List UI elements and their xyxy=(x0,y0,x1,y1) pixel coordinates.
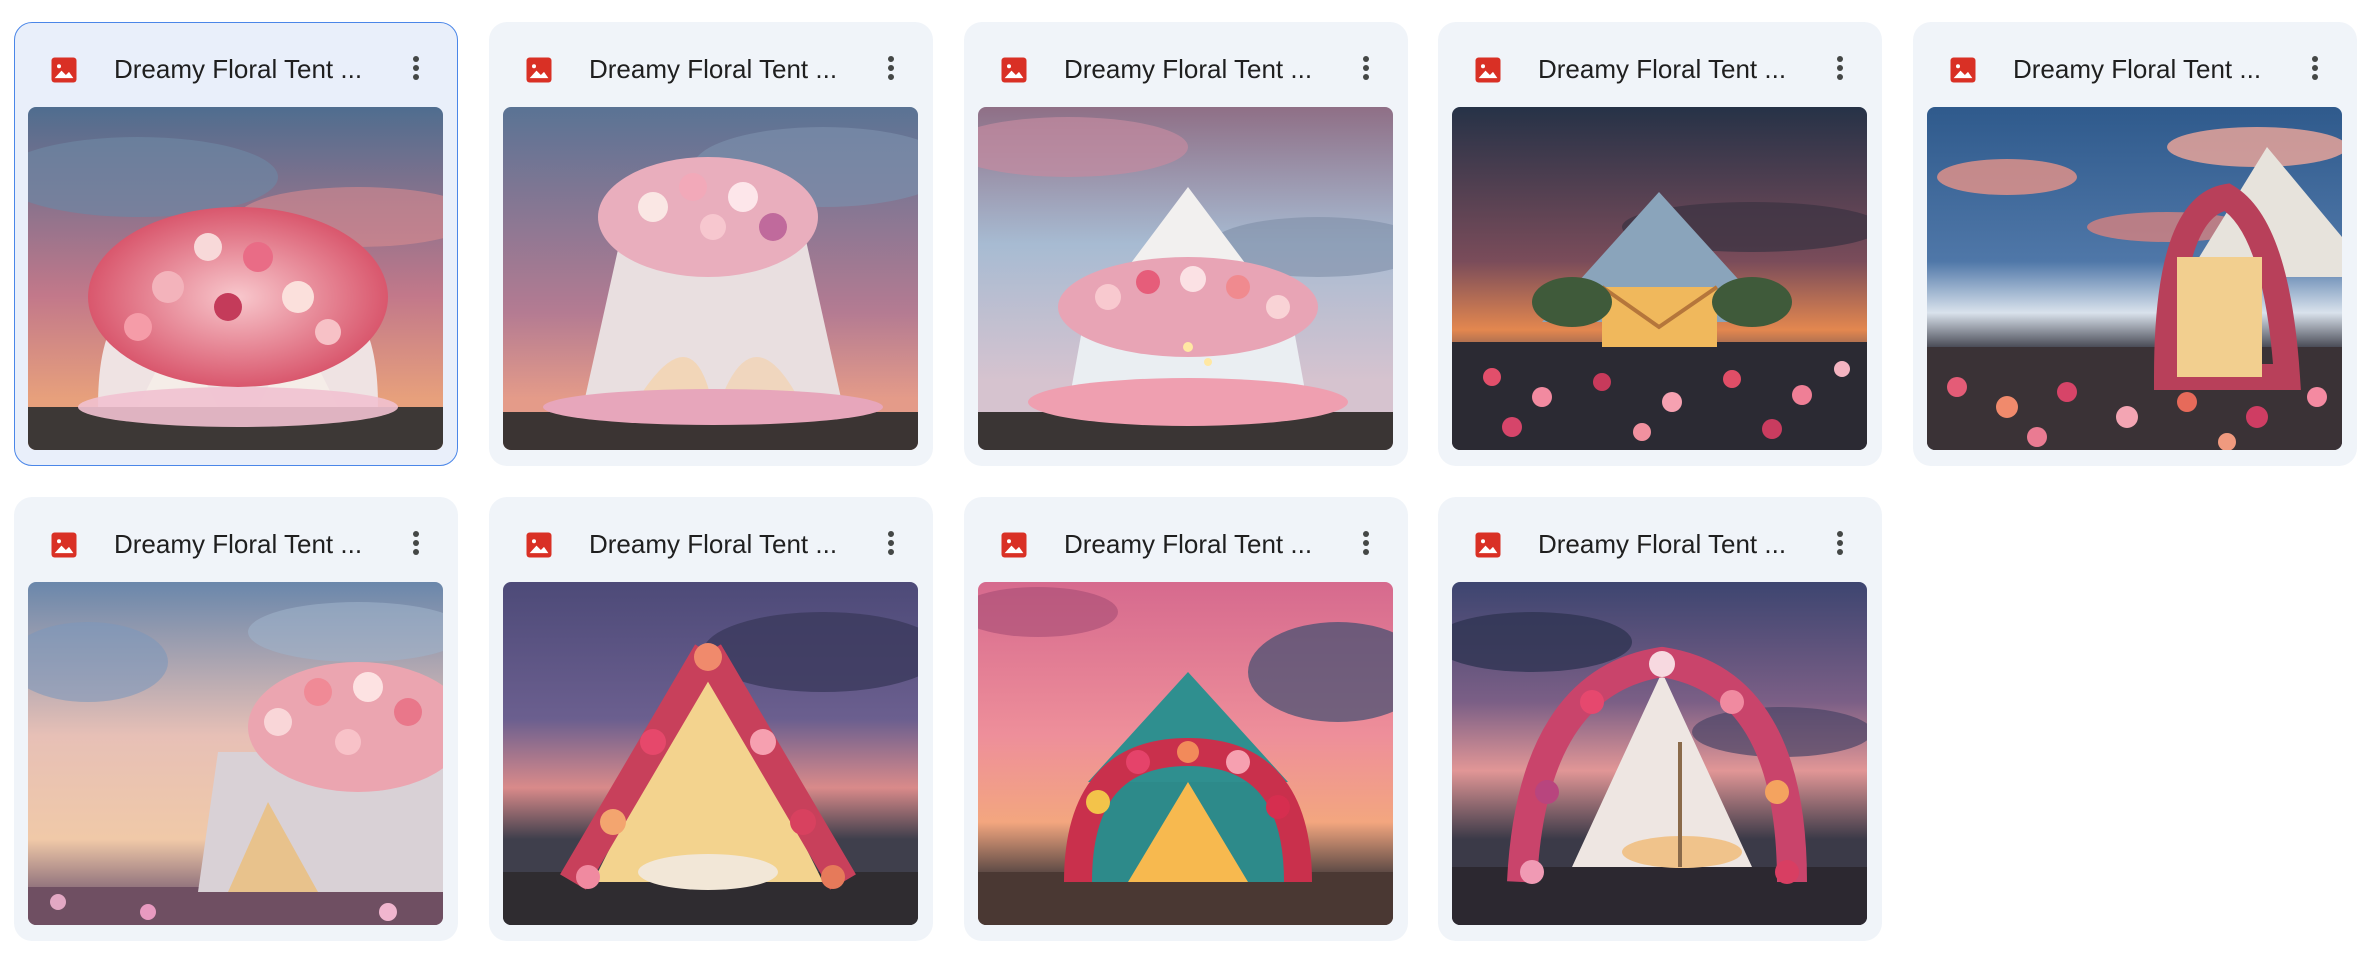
file-card-header: Dreamy Floral Tent ... xyxy=(14,497,458,591)
file-thumbnail[interactable] xyxy=(503,107,918,450)
image-file-icon xyxy=(1950,57,1976,83)
more-actions-button[interactable] xyxy=(1818,46,1862,90)
file-thumbnail[interactable] xyxy=(978,582,1393,925)
file-card-header: Dreamy Floral Tent ... xyxy=(964,22,1408,116)
image-file-icon xyxy=(1475,532,1501,558)
more-vert-icon xyxy=(888,531,894,555)
file-card-header: Dreamy Floral Tent ... xyxy=(489,497,933,591)
more-actions-button[interactable] xyxy=(394,46,438,90)
file-name: Dreamy Floral Tent ... xyxy=(114,529,363,559)
file-card-header: Dreamy Floral Tent ... xyxy=(489,22,933,116)
file-thumbnail[interactable] xyxy=(503,582,918,925)
file-name: Dreamy Floral Tent ... xyxy=(1538,54,1787,84)
file-card[interactable]: Dreamy Floral Tent ... xyxy=(964,22,1408,466)
more-vert-icon xyxy=(1837,531,1843,555)
file-card[interactable]: Dreamy Floral Tent ... xyxy=(14,497,458,941)
more-vert-icon xyxy=(2312,56,2318,80)
file-thumbnail[interactable] xyxy=(1452,582,1867,925)
file-name: Dreamy Floral Tent ... xyxy=(2013,54,2262,84)
file-name: Dreamy Floral Tent ... xyxy=(1064,54,1313,84)
file-thumbnail[interactable] xyxy=(28,107,443,450)
file-thumbnail[interactable] xyxy=(1927,107,2342,450)
more-actions-button[interactable] xyxy=(869,46,913,90)
more-actions-button[interactable] xyxy=(1344,46,1388,90)
more-actions-button[interactable] xyxy=(1818,521,1862,565)
file-card[interactable]: Dreamy Floral Tent ... xyxy=(489,22,933,466)
more-vert-icon xyxy=(413,531,419,555)
image-file-icon xyxy=(526,532,552,558)
file-card[interactable]: Dreamy Floral Tent ... xyxy=(1438,497,1882,941)
file-card[interactable]: Dreamy Floral Tent ... xyxy=(14,22,458,466)
file-name: Dreamy Floral Tent ... xyxy=(589,529,838,559)
more-actions-button[interactable] xyxy=(1344,521,1388,565)
file-card[interactable]: Dreamy Floral Tent ... xyxy=(1913,22,2357,466)
image-file-icon xyxy=(1475,57,1501,83)
more-vert-icon xyxy=(413,56,419,80)
file-card-header: Dreamy Floral Tent ... xyxy=(964,497,1408,591)
file-thumbnail[interactable] xyxy=(1452,107,1867,450)
more-actions-button[interactable] xyxy=(869,521,913,565)
file-name: Dreamy Floral Tent ... xyxy=(589,54,838,84)
more-vert-icon xyxy=(1363,531,1369,555)
file-thumbnail[interactable] xyxy=(28,582,443,925)
image-file-icon xyxy=(1001,57,1027,83)
file-name: Dreamy Floral Tent ... xyxy=(1538,529,1787,559)
file-card-header: Dreamy Floral Tent ... xyxy=(1913,22,2357,116)
file-card-header: Dreamy Floral Tent ... xyxy=(1438,497,1882,591)
more-vert-icon xyxy=(888,56,894,80)
more-actions-button[interactable] xyxy=(2293,46,2337,90)
file-card[interactable]: Dreamy Floral Tent ... xyxy=(964,497,1408,941)
more-vert-icon xyxy=(1363,56,1369,80)
image-file-icon xyxy=(51,57,77,83)
file-name: Dreamy Floral Tent ... xyxy=(114,54,363,84)
more-vert-icon xyxy=(1837,56,1843,80)
file-thumbnail[interactable] xyxy=(978,107,1393,450)
more-actions-button[interactable] xyxy=(394,521,438,565)
file-card-header: Dreamy Floral Tent ... xyxy=(15,23,457,117)
image-file-icon xyxy=(526,57,552,83)
image-file-icon xyxy=(1001,532,1027,558)
file-card-header: Dreamy Floral Tent ... xyxy=(1438,22,1882,116)
image-file-icon xyxy=(51,532,77,558)
file-card[interactable]: Dreamy Floral Tent ... xyxy=(1438,22,1882,466)
file-name: Dreamy Floral Tent ... xyxy=(1064,529,1313,559)
file-card[interactable]: Dreamy Floral Tent ... xyxy=(489,497,933,941)
file-grid: Dreamy Floral Tent ... Dreamy Floral Ten… xyxy=(0,0,2372,954)
